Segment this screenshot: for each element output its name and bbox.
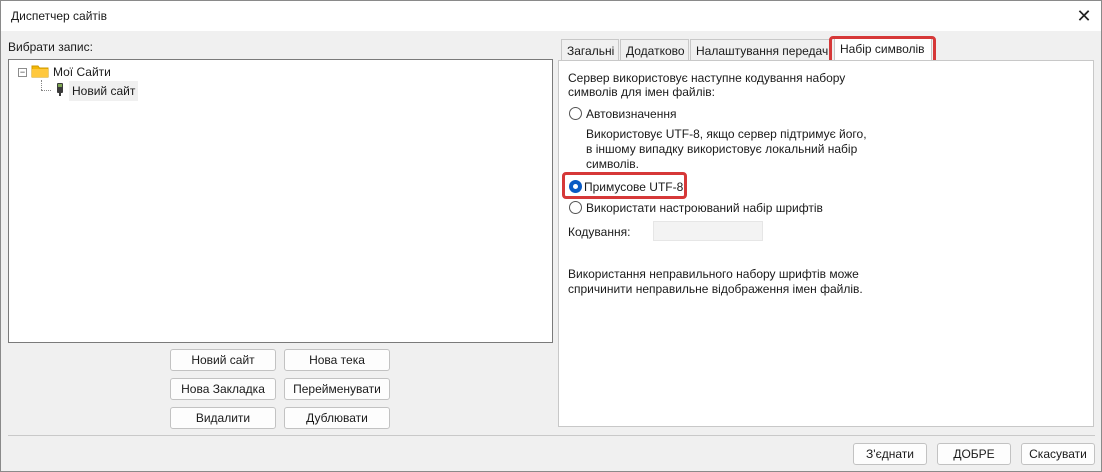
close-icon[interactable]: ✕ [1073,5,1095,27]
radio-custom-charset[interactable] [569,201,582,214]
tree-connector [41,90,51,91]
tab-transfer-settings[interactable]: Налаштування передачі [690,39,831,61]
cancel-button[interactable]: Скасувати [1021,443,1095,465]
radio-auto-detect[interactable] [569,107,582,120]
new-folder-button[interactable]: Нова тека [284,349,390,371]
footer-separator [8,435,1095,436]
duplicate-button[interactable]: Дублювати [284,407,390,429]
radio-auto-detect-label[interactable]: Автовизначення [586,106,676,122]
connect-button[interactable]: З'єднати [853,443,927,465]
charset-panel: Сервер використовує наступне кодування н… [558,60,1094,427]
collapse-toggle-icon[interactable]: − [18,68,27,77]
radio-custom-charset-label[interactable]: Використати настроюваний набір шрифтів [586,200,823,216]
folder-icon [31,64,49,81]
charset-warning-2: спричинити неправильне відображення імен… [568,282,863,296]
charset-description-2: символів для імен файлів: [568,85,715,99]
auto-note-2: в іншому випадку використовує локальний … [586,142,858,156]
new-bookmark-button[interactable]: Нова Закладка [170,378,276,400]
select-entry-label: Вибрати запис: [8,40,93,54]
rename-button[interactable]: Перейменувати [284,378,390,400]
tree-connector [41,80,42,90]
charset-warning: Використання неправильного набору шрифті… [568,267,859,281]
auto-note-3: символів. [586,157,639,171]
title-bar: Диспетчер сайтів ✕ [1,1,1101,31]
site-icon [55,82,65,100]
tab-advanced[interactable]: Додатково [620,39,689,61]
ok-button[interactable]: ДОБРЕ [937,443,1011,465]
radio-force-utf8-label[interactable]: Примусове UTF-8 [584,179,683,195]
tree-item-my-sites[interactable]: Мої Сайти [53,64,111,80]
auto-note: Використовує UTF-8, якщо сервер підтриму… [586,127,867,141]
site-manager-window: Диспетчер сайтів ✕ Вибрати запис: − Мої … [0,0,1102,472]
delete-button[interactable]: Видалити [170,407,276,429]
tab-charset[interactable]: Набір символів [834,37,932,61]
site-tree[interactable]: − Мої Сайти Новий сайт [8,59,553,343]
new-site-button[interactable]: Новий сайт [170,349,276,371]
encoding-label: Кодування: [568,225,631,239]
encoding-input[interactable] [653,221,763,241]
radio-force-utf8[interactable] [569,180,582,193]
tree-item-new-site[interactable]: Новий сайт [69,81,139,101]
tab-general[interactable]: Загальні [561,39,619,61]
window-title: Диспетчер сайтів [11,9,107,23]
